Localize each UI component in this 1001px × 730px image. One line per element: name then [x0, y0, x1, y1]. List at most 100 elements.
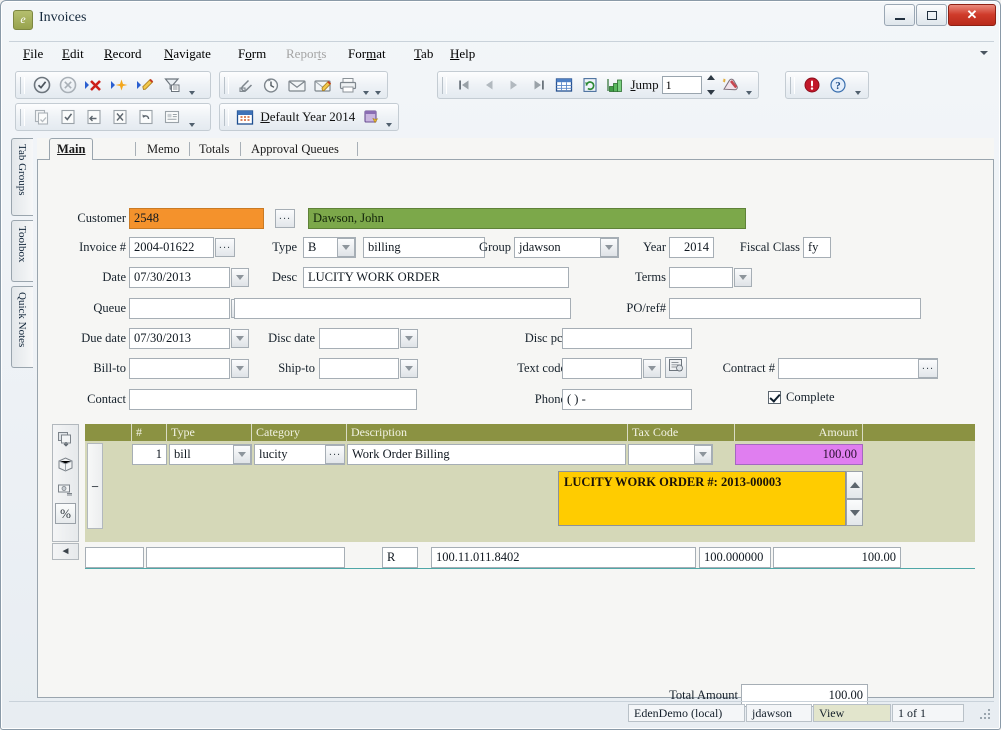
dist-col1-field[interactable]: [85, 547, 144, 568]
package-icon[interactable]: [55, 453, 76, 474]
toolbar-overflow-2-icon[interactable]: [371, 72, 384, 99]
terms-field[interactable]: [669, 267, 733, 288]
grid-header-description[interactable]: Description: [347, 424, 628, 441]
dist-amount-field[interactable]: 100.00: [773, 547, 901, 568]
first-record-icon[interactable]: [452, 74, 475, 97]
percent-icon[interactable]: %: [55, 503, 76, 524]
customer-field[interactable]: 2548: [129, 208, 264, 229]
year-field[interactable]: 2014: [669, 237, 714, 258]
text-code-editor-icon[interactable]: [665, 357, 687, 378]
print-dropdown-icon[interactable]: [361, 72, 371, 99]
approve-icon[interactable]: [30, 74, 54, 97]
copy-record-icon[interactable]: [30, 106, 54, 129]
work-order-memo[interactable]: LUCITY WORK ORDER #: 2013-00003: [558, 471, 846, 526]
grid-export-icon[interactable]: [55, 428, 76, 449]
cancel-icon[interactable]: [56, 74, 80, 97]
minimize-icon[interactable]: [884, 4, 915, 26]
menu-tab[interactable]: Tab: [414, 46, 433, 62]
invoice-number-field[interactable]: 2004-01622: [129, 237, 214, 258]
complete-checkbox[interactable]: Complete: [768, 390, 835, 405]
tab-memo[interactable]: Memo: [140, 139, 187, 160]
eraser-icon[interactable]: [718, 74, 741, 97]
tab-approval-queues[interactable]: Approval Queues: [244, 139, 346, 160]
undo-icon[interactable]: [134, 106, 158, 129]
jump-input[interactable]: [661, 76, 702, 94]
paste-icon[interactable]: [82, 106, 106, 129]
type-dropdown-icon[interactable]: [337, 238, 355, 257]
row-collapse-button[interactable]: −: [87, 443, 103, 529]
dist-percent-field[interactable]: 100.000000: [699, 547, 771, 568]
close-icon[interactable]: ✕: [948, 4, 996, 26]
default-year-label[interactable]: Default Year 2014: [257, 109, 358, 125]
previous-record-icon[interactable]: [477, 74, 500, 97]
disc-date-picker-icon[interactable]: [400, 329, 418, 348]
menu-form[interactable]: Form: [238, 46, 266, 62]
group-dropdown-icon[interactable]: [600, 238, 618, 257]
payment-icon[interactable]: [55, 478, 76, 499]
check-record-icon[interactable]: [56, 106, 80, 129]
invoice-number-lookup-button[interactable]: ...: [215, 238, 235, 257]
menu-help[interactable]: Help: [450, 46, 475, 62]
attachment-icon[interactable]: [234, 74, 258, 97]
edit-record-icon[interactable]: [134, 74, 158, 97]
fiscal-class-field[interactable]: fy: [803, 237, 831, 258]
menu-format[interactable]: Format: [348, 46, 386, 62]
new-record-icon[interactable]: [108, 74, 132, 97]
toolbar-grip[interactable]: [20, 76, 25, 94]
toolbar-grip[interactable]: [224, 76, 229, 94]
refresh-icon[interactable]: [578, 74, 601, 97]
disc-pct-field[interactable]: [562, 328, 692, 349]
phone-field[interactable]: ( ) -: [562, 389, 692, 410]
row-tax-code-dropdown-icon[interactable]: [694, 445, 712, 464]
bill-to-field[interactable]: [129, 358, 230, 379]
email-icon[interactable]: [285, 74, 309, 97]
row-amount-field[interactable]: 100.00: [735, 444, 863, 465]
terms-dropdown-icon[interactable]: [734, 268, 752, 287]
sidebar-item-tab-groups[interactable]: Tab Groups: [11, 138, 33, 216]
alert-icon[interactable]: [800, 74, 824, 97]
menu-navigate[interactable]: Navigate: [164, 46, 211, 62]
cut-icon[interactable]: [108, 106, 132, 129]
grid-header-type[interactable]: Type: [167, 424, 252, 441]
contract-number-field[interactable]: [778, 358, 938, 379]
po-ref-field[interactable]: [669, 298, 921, 319]
customer-lookup-button[interactable]: ...: [275, 209, 295, 228]
help-icon[interactable]: ?: [826, 74, 850, 97]
sort-icon[interactable]: [603, 74, 626, 97]
calendar-icon[interactable]: [234, 106, 257, 129]
filter-icon[interactable]: [160, 74, 184, 97]
queue-description-field[interactable]: [234, 298, 571, 319]
date-field[interactable]: 07/30/2013: [129, 267, 230, 288]
properties-icon[interactable]: [160, 106, 184, 129]
toolbar-overflow-1-icon[interactable]: [185, 72, 198, 99]
grid-header-category[interactable]: Category: [252, 424, 347, 441]
next-record-icon[interactable]: [502, 74, 525, 97]
maximize-icon[interactable]: [916, 4, 947, 26]
memo-scroll-up-button[interactable]: [846, 471, 863, 499]
disc-date-field[interactable]: [319, 328, 399, 349]
queue-field[interactable]: [129, 298, 230, 319]
grid-header-tax-code[interactable]: Tax Code: [628, 424, 735, 441]
desc-field[interactable]: LUCITY WORK ORDER: [303, 267, 569, 288]
toolbar-overflow-5-icon[interactable]: [185, 104, 198, 131]
menu-record[interactable]: Record: [104, 46, 142, 62]
sidebar-item-quick-notes[interactable]: Quick Notes: [11, 286, 33, 368]
menu-edit[interactable]: Edit: [62, 46, 84, 62]
tab-main[interactable]: Main: [49, 138, 94, 161]
delete-record-icon[interactable]: [82, 74, 106, 97]
grid-header-number[interactable]: #: [132, 424, 167, 441]
last-record-icon[interactable]: [528, 74, 551, 97]
row-type-dropdown-icon[interactable]: [233, 445, 251, 464]
toolbar-grip[interactable]: [224, 108, 229, 126]
grid-view-icon[interactable]: [553, 74, 576, 97]
menu-file[interactable]: File: [23, 46, 43, 62]
toolbar-overflow-6-icon[interactable]: [383, 104, 395, 131]
text-code-field[interactable]: [562, 358, 642, 379]
row-number-field[interactable]: 1: [132, 444, 167, 465]
row-category-lookup-button[interactable]: ...: [325, 445, 345, 464]
history-icon[interactable]: [260, 74, 284, 97]
database-add-icon[interactable]: [359, 106, 382, 129]
date-picker-icon[interactable]: [231, 268, 249, 287]
print-icon[interactable]: [337, 74, 361, 97]
ship-to-dropdown-icon[interactable]: [400, 359, 418, 378]
